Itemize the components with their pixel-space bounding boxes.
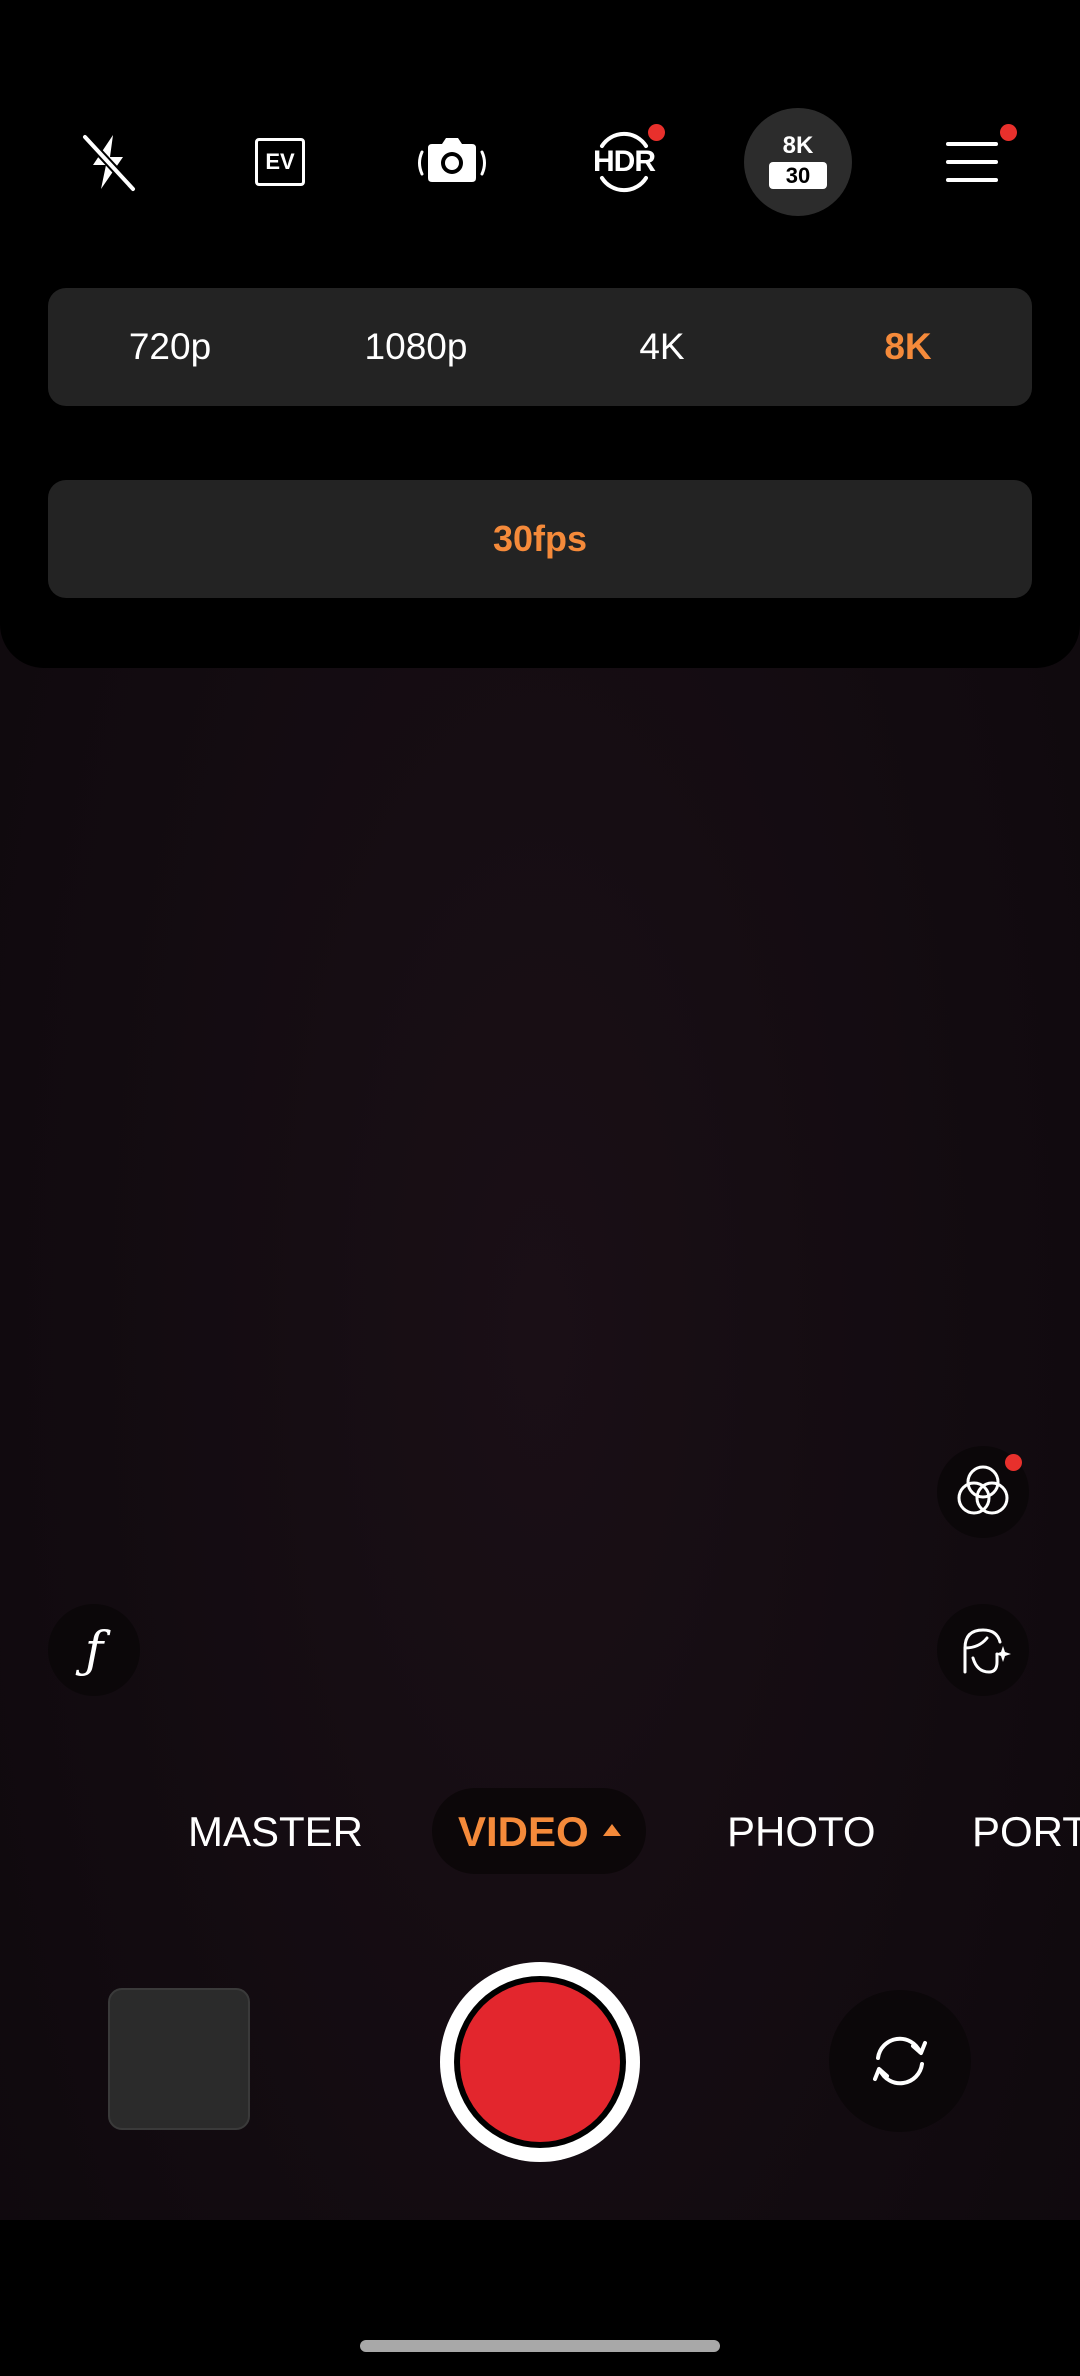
ev-icon: EV <box>255 138 305 186</box>
color-filter-icon <box>957 1465 1009 1515</box>
menu-button[interactable] <box>918 108 1026 216</box>
mode-photo[interactable]: PHOTO <box>727 1794 876 1870</box>
menu-notification-dot <box>1000 124 1017 141</box>
mode-video[interactable]: VIDEO <box>458 1794 589 1870</box>
mode-portrait[interactable]: PORT <box>972 1794 1080 1870</box>
badge-fps: 30 <box>769 162 827 189</box>
mode-master[interactable]: MASTER <box>188 1794 363 1870</box>
record-button[interactable] <box>440 1962 640 2162</box>
beauty-face-icon <box>963 1628 1011 1674</box>
mode-expand-caret-icon[interactable] <box>603 1824 621 1836</box>
function-f-icon: ƒ <box>84 1621 104 1679</box>
quick-settings-panel: EV HDR 8K 30 720p 1080p 4K 8K 30fps <box>0 0 1080 668</box>
record-icon <box>460 1982 620 2142</box>
resolution-option-1080p[interactable]: 1080p <box>316 288 516 406</box>
film-filter-button[interactable]: ƒ <box>48 1604 140 1696</box>
hdr-icon: HDR <box>593 145 656 178</box>
flash-off-button[interactable] <box>54 108 162 216</box>
switch-camera-icon <box>873 2036 927 2086</box>
stabilization-icon <box>418 138 486 182</box>
resolution-selector: 720p 1080p 4K 8K <box>48 288 1032 406</box>
beauty-button[interactable] <box>937 1604 1029 1696</box>
color-filter-button[interactable] <box>937 1446 1029 1538</box>
resolution-option-4k[interactable]: 4K <box>562 288 762 406</box>
resolution-badge-button[interactable]: 8K 30 <box>744 108 852 216</box>
home-indicator[interactable] <box>360 2340 720 2352</box>
menu-icon <box>946 142 998 182</box>
hdr-notification-dot <box>648 124 665 141</box>
gallery-thumbnail[interactable] <box>108 1988 250 2130</box>
hdr-button[interactable]: HDR <box>570 108 678 216</box>
badge-resolution: 8K <box>782 132 814 159</box>
stabilization-button[interactable] <box>398 108 506 216</box>
switch-camera-button[interactable] <box>829 1990 971 2132</box>
filter-notification-dot <box>1005 1454 1022 1471</box>
resolution-option-8k[interactable]: 8K <box>808 288 1008 406</box>
exposure-button[interactable]: EV <box>226 108 334 216</box>
navigation-bar <box>0 2220 1080 2376</box>
flash-off-icon <box>82 134 136 192</box>
resolution-option-720p[interactable]: 720p <box>70 288 270 406</box>
fps-option-30fps[interactable]: 30fps <box>48 480 1032 598</box>
